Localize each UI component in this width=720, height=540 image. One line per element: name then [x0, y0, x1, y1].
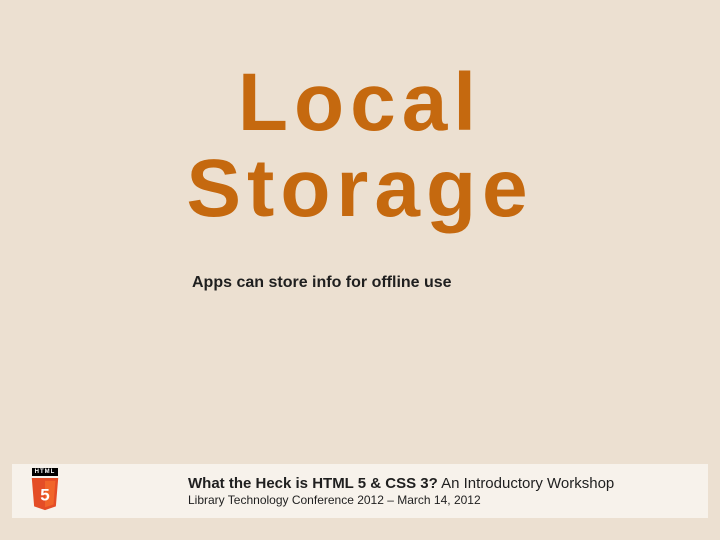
title-line2: Storage — [186, 143, 533, 234]
html5-logo-number: 5 — [40, 486, 49, 505]
footer-text: What the Heck is HTML 5 & CSS 3? An Intr… — [188, 475, 698, 507]
slide-title: Local Storage — [0, 60, 720, 232]
html5-logo: HTML 5 — [22, 468, 68, 514]
footer-subtitle-line: Library Technology Conference 2012 – Mar… — [188, 493, 698, 507]
slide-subtitle: Apps can store info for offline use — [192, 274, 640, 292]
html5-shield-icon: 5 — [29, 478, 61, 512]
html5-logo-label: HTML — [32, 468, 59, 476]
footer-title-line: What the Heck is HTML 5 & CSS 3? An Intr… — [188, 475, 698, 493]
slide-subtitle-area: Apps can store info for offline use — [192, 274, 640, 292]
title-line1: Local — [238, 57, 482, 148]
footer-title-bold: What the Heck is HTML 5 & CSS 3? — [188, 475, 438, 492]
footer-title-rest: An Introductory Workshop — [438, 475, 614, 492]
slide-title-area: Local Storage — [0, 60, 720, 232]
footer-bar: HTML 5 What the Heck is HTML 5 & CSS 3? … — [12, 464, 708, 518]
